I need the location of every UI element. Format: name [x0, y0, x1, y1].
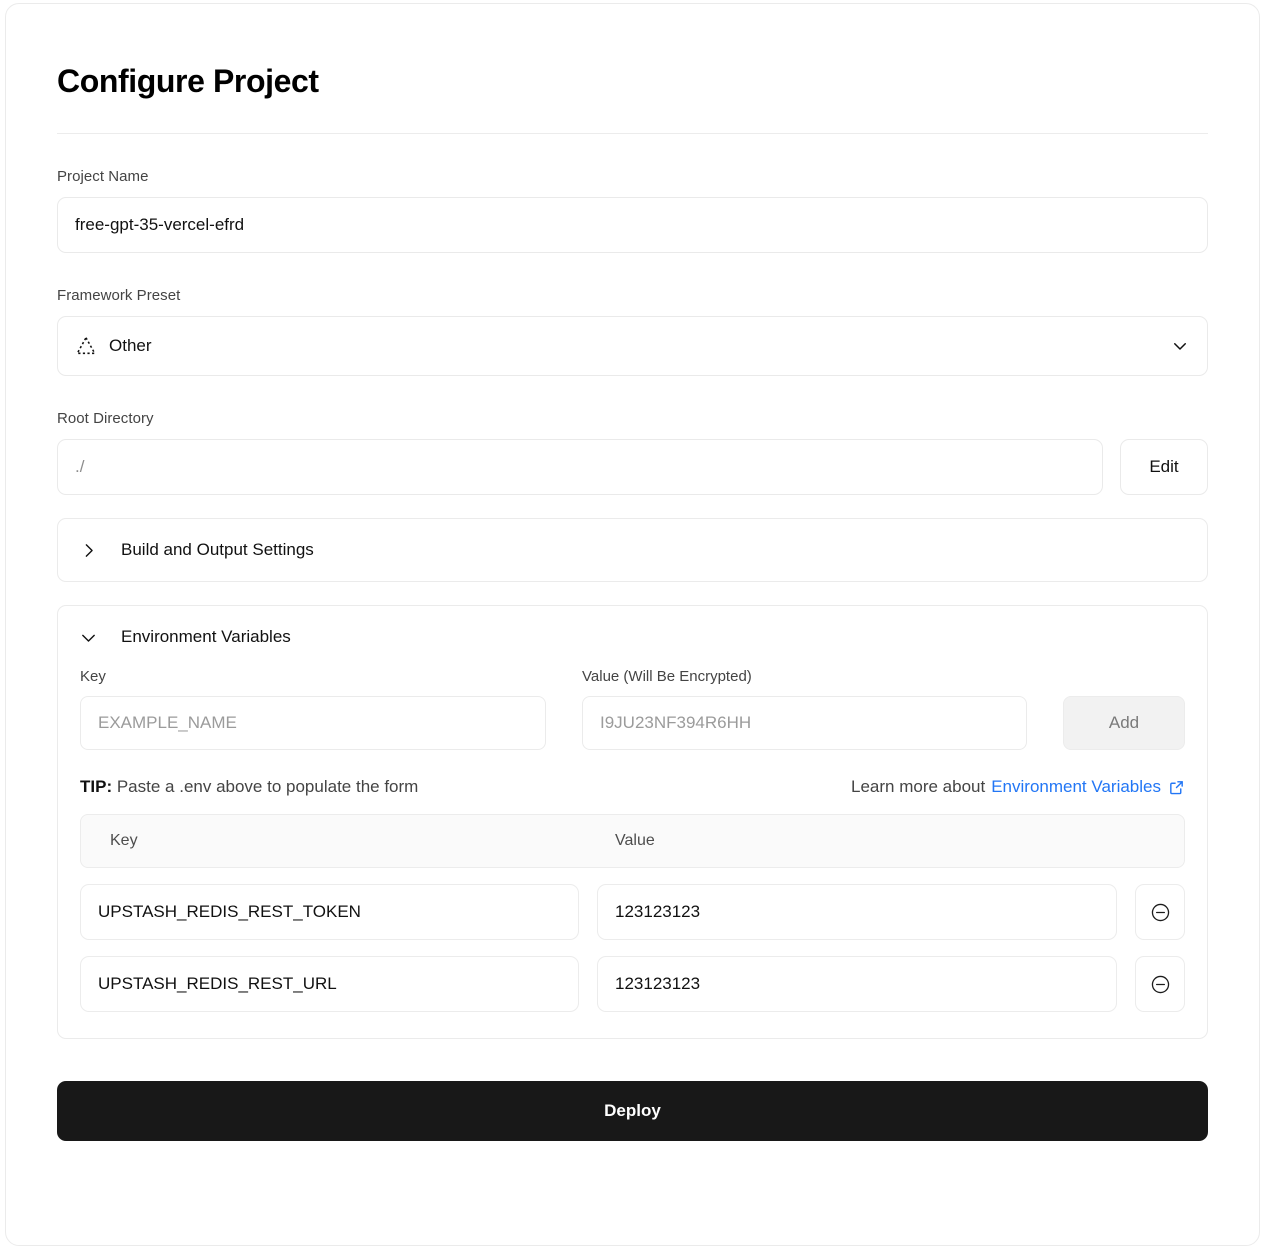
- framework-preset-value: Other: [109, 336, 152, 356]
- env-value-column: Value (Will Be Encrypted): [582, 668, 1027, 751]
- env-vars-table: Key Value: [80, 814, 1185, 1013]
- env-value-label: Value (Will Be Encrypted): [582, 668, 752, 686]
- chevron-down-icon[interactable]: [1171, 337, 1189, 355]
- external-link-icon: [1170, 781, 1183, 795]
- edit-root-directory-button[interactable]: Edit: [1120, 439, 1208, 496]
- root-directory-row: Edit: [57, 439, 1208, 496]
- env-var-entry-row: Key Value (Will Be Encrypted) Add: [80, 668, 1185, 751]
- build-output-settings-title: Build and Output Settings: [121, 540, 314, 560]
- circle-minus-icon: [1151, 975, 1169, 994]
- env-key-column: Key: [80, 668, 546, 751]
- table-header-key: Key: [110, 832, 138, 850]
- table-header-row: Key Value: [80, 814, 1185, 869]
- build-output-settings-header[interactable]: Build and Output Settings: [58, 519, 1207, 581]
- configure-project-card: Configure Project Project Name Framework…: [5, 3, 1260, 1246]
- environment-variables-body: Key Value (Will Be Encrypted) Add TIP: P…: [58, 668, 1207, 1038]
- framework-preset-group: Framework Preset Other: [57, 287, 1208, 377]
- add-env-var-button[interactable]: Add: [1063, 696, 1185, 751]
- env-tip-prefix: TIP:: [80, 777, 113, 797]
- environment-variables-link-label: Environment Variables: [991, 777, 1161, 797]
- framework-preset-select[interactable]: Other: [57, 316, 1208, 377]
- environment-variables-panel: Environment Variables Key Value (Will Be…: [57, 605, 1208, 1040]
- title-divider: [57, 133, 1208, 135]
- env-tip-row: TIP: Paste a .env above to populate the …: [80, 777, 1185, 797]
- circle-minus-icon: [1151, 903, 1169, 922]
- env-tip-text: TIP: Paste a .env above to populate the …: [80, 777, 418, 797]
- env-learn-more: Learn more about Environment Variables: [851, 777, 1185, 797]
- environment-variables-title: Environment Variables: [121, 627, 291, 647]
- project-name-label: Project Name: [57, 168, 149, 186]
- remove-env-var-button[interactable]: [1135, 884, 1185, 941]
- env-value-input[interactable]: [582, 696, 1027, 751]
- chevron-right-icon: [85, 544, 93, 557]
- table-row: [80, 956, 1185, 1013]
- learn-more-prefix: Learn more about: [851, 777, 986, 797]
- page-title: Configure Project: [57, 63, 319, 99]
- env-row-value-input[interactable]: [597, 884, 1117, 941]
- env-tip-body: Paste a .env above to populate the form: [116, 777, 419, 797]
- environment-variables-header[interactable]: Environment Variables: [58, 606, 1207, 668]
- root-directory-label: Root Directory: [57, 410, 154, 428]
- remove-env-var-button[interactable]: [1135, 956, 1185, 1013]
- framework-preset-label: Framework Preset: [57, 287, 181, 305]
- root-directory-input[interactable]: [57, 439, 1103, 496]
- chevron-down-icon: [82, 634, 95, 642]
- project-name-input[interactable]: [57, 197, 1208, 254]
- build-output-settings-panel: Build and Output Settings: [57, 518, 1208, 583]
- table-row: [80, 884, 1185, 941]
- env-row-key-input[interactable]: [80, 956, 579, 1013]
- env-row-key-input[interactable]: [80, 884, 579, 941]
- project-name-group: Project Name: [57, 168, 1208, 254]
- table-header-value: Value: [615, 832, 655, 850]
- root-directory-group: Root Directory Edit: [57, 410, 1208, 496]
- dashed-triangle-icon: [76, 337, 96, 355]
- env-row-value-input[interactable]: [597, 956, 1117, 1013]
- env-key-label: Key: [80, 668, 106, 686]
- environment-variables-link[interactable]: Environment Variables: [991, 777, 1185, 797]
- env-key-input[interactable]: [80, 696, 546, 751]
- deploy-button[interactable]: Deploy: [57, 1081, 1208, 1142]
